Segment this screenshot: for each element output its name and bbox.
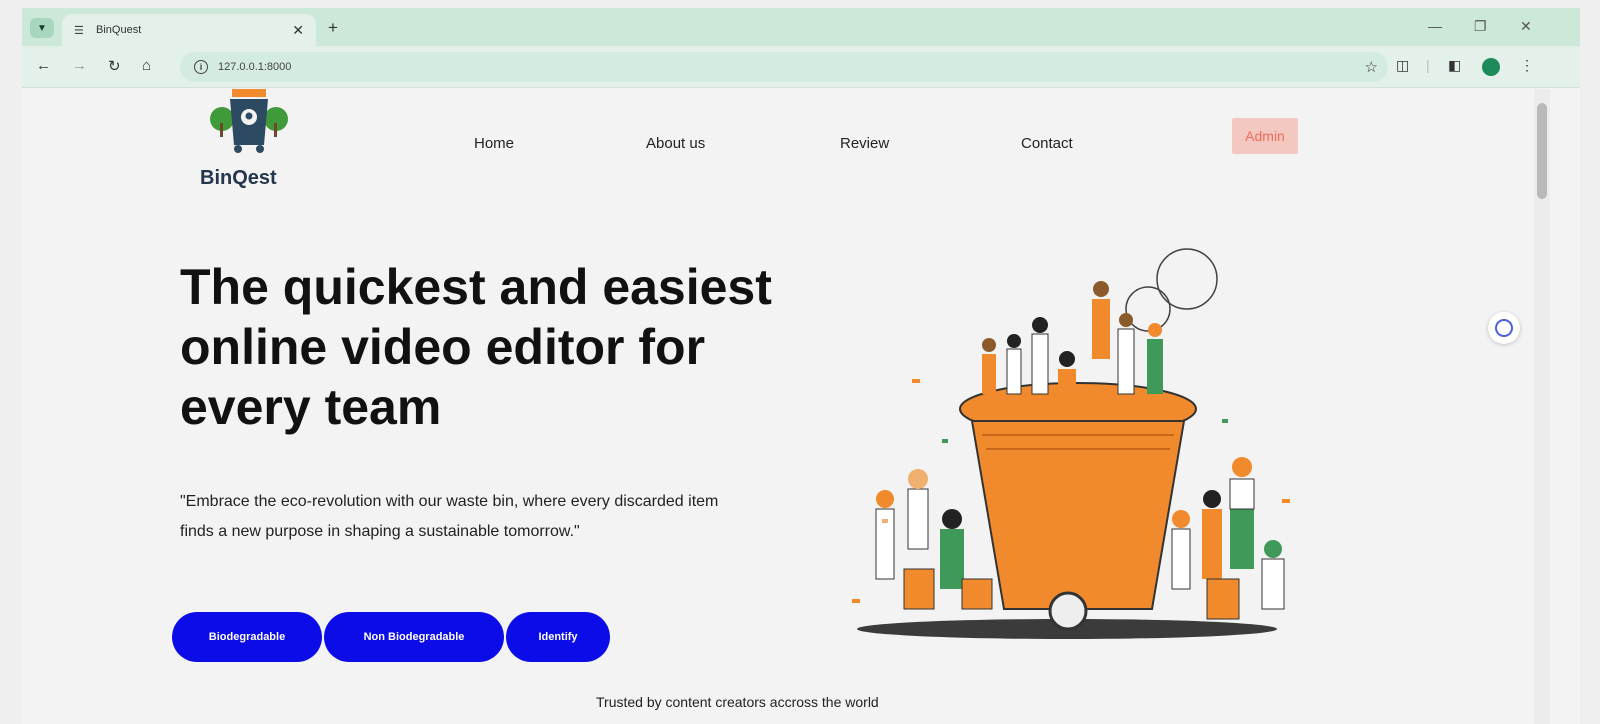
tab-search-icon[interactable]: ▼ — [30, 18, 54, 38]
address-bar[interactable]: i 127.0.0.1:8000 ☆ — [180, 52, 1388, 82]
profile-icon[interactable] — [1482, 58, 1500, 76]
page-scrollbar[interactable] — [1534, 89, 1550, 724]
hero-title: The quickest and easiest online video ed… — [180, 259, 772, 435]
hero-illustration — [852, 248, 1290, 639]
reload-icon[interactable]: ↻ — [108, 57, 121, 75]
browser-toolbar: ← → ↻ ⌂ i 127.0.0.1:8000 ☆ ◫ | ◧ ⋮ — [22, 46, 1580, 88]
close-tab-icon[interactable]: ✕ — [292, 22, 304, 39]
assistant-widget-icon[interactable] — [1488, 312, 1520, 344]
nav-review[interactable]: Review — [840, 135, 889, 152]
menu-icon[interactable]: ⋮ — [1520, 57, 1534, 74]
browser-tab[interactable]: ☰ BinQuest ✕ — [62, 14, 316, 46]
admin-button[interactable]: Admin — [1232, 118, 1298, 154]
extensions-icon[interactable]: ◫ — [1396, 57, 1409, 74]
restore-icon[interactable]: ❐ — [1474, 18, 1487, 35]
favicon-icon: ☰ — [74, 24, 84, 37]
url-text[interactable]: 127.0.0.1:8000 — [218, 61, 291, 73]
tab-title: BinQuest — [96, 24, 142, 36]
forward-icon[interactable]: → — [72, 57, 87, 74]
biodegradable-button[interactable]: Biodegradable — [172, 612, 322, 662]
home-icon[interactable]: ⌂ — [142, 57, 151, 74]
nav-home[interactable]: Home — [474, 135, 514, 152]
nav-about-us[interactable]: About us — [646, 135, 705, 152]
bookmark-star-icon[interactable]: ☆ — [1365, 58, 1378, 76]
hero-description: "Embrace the eco-revolution with our was… — [180, 493, 719, 540]
window-close-icon[interactable]: ✕ — [1520, 18, 1532, 35]
back-icon[interactable]: ← — [36, 57, 51, 74]
scroll-thumb[interactable] — [1537, 103, 1547, 199]
page-viewport: BinQest Home About us Review Contact Adm… — [22, 89, 1532, 724]
logo-text[interactable]: BinQest — [200, 167, 277, 190]
side-panel-icon[interactable]: ◧ — [1448, 57, 1461, 74]
browser-window: ▼ ☰ BinQuest ✕ + — ❐ ✕ ← → ↻ ⌂ i 127.0.0… — [22, 8, 1580, 724]
minimize-icon[interactable]: — — [1428, 18, 1442, 34]
tab-strip: ▼ ☰ BinQuest ✕ + — ❐ ✕ — [22, 8, 1580, 46]
nav-contact[interactable]: Contact — [1021, 135, 1073, 152]
non-biodegradable-button[interactable]: Non Biodegradable — [324, 612, 504, 662]
new-tab-icon[interactable]: + — [328, 18, 338, 38]
trusted-text: Trusted by content creators accross the … — [596, 694, 879, 710]
toolbar-divider: | — [1426, 57, 1430, 73]
identify-button[interactable]: Identify — [506, 612, 610, 662]
site-info-icon[interactable]: i — [194, 60, 208, 74]
